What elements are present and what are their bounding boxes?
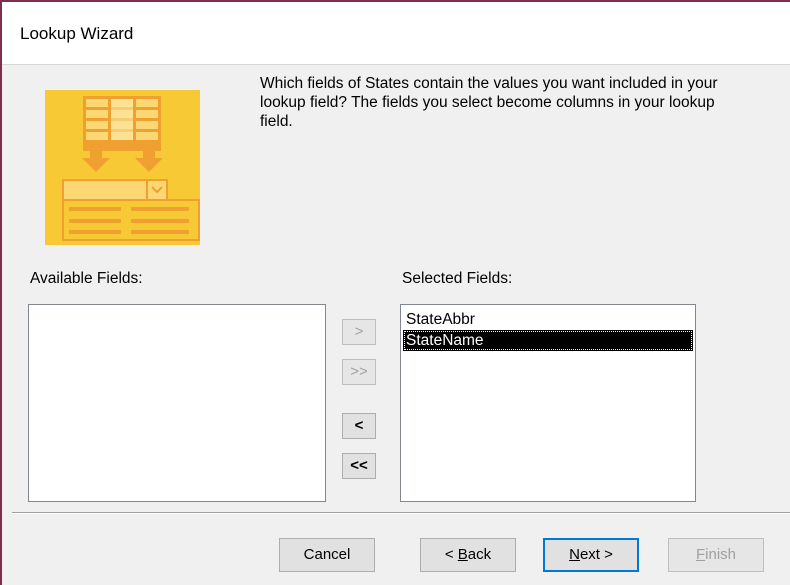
title-bar: Lookup Wizard xyxy=(2,2,790,65)
back-label-prefix: < xyxy=(444,546,458,563)
selected-fields-label: Selected Fields: xyxy=(402,270,513,287)
table-lookup-art-icon xyxy=(45,90,200,245)
back-label-rest: ack xyxy=(467,546,492,563)
available-fields-label: Available Fields: xyxy=(30,270,143,287)
instruction-text: Which fields of States contain the value… xyxy=(260,75,718,130)
selected-fields-list[interactable]: StateAbbr StateName xyxy=(400,304,696,502)
next-button[interactable]: Next > xyxy=(543,538,639,572)
back-accelerator: B xyxy=(457,546,468,563)
lookup-wizard-dialog: Lookup Wizard Which fields of States con… xyxy=(0,0,790,585)
back-button[interactable]: < Back xyxy=(420,538,516,572)
add-all-fields-button[interactable]: >> xyxy=(342,359,376,385)
next-accelerator: N xyxy=(569,546,580,563)
footer-separator xyxy=(12,512,790,514)
list-item[interactable]: StateName xyxy=(403,330,693,351)
remove-all-fields-button[interactable]: << xyxy=(342,453,376,479)
finish-button[interactable]: Finish xyxy=(668,538,764,572)
list-item[interactable]: StateAbbr xyxy=(403,309,693,330)
available-fields-list[interactable] xyxy=(28,304,326,502)
finish-label-rest: inish xyxy=(705,546,737,563)
window-title: Lookup Wizard xyxy=(20,24,134,43)
remove-field-button[interactable]: < xyxy=(342,413,376,439)
add-field-button[interactable]: > xyxy=(342,319,376,345)
cancel-button[interactable]: Cancel xyxy=(279,538,375,572)
finish-accelerator: F xyxy=(695,546,706,563)
next-label-rest: ext > xyxy=(579,546,613,563)
